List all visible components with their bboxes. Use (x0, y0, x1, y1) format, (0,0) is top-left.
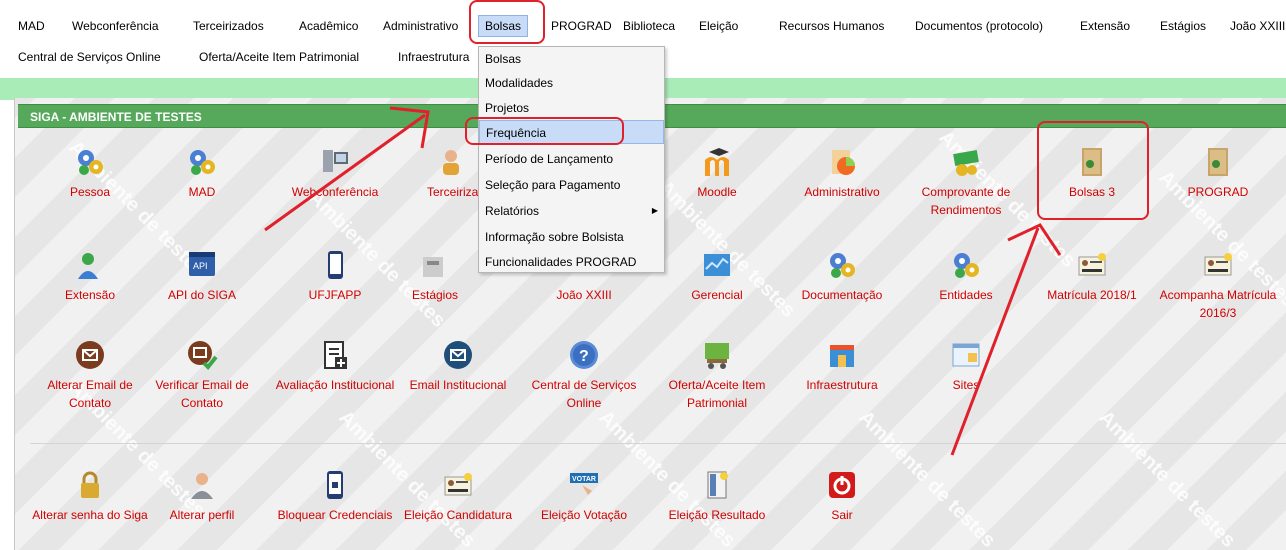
arrow-to-bolsas-menu (264, 113, 426, 232)
annotation-arrows (264, 106, 1062, 456)
arrow-to-bolsas-3 (950, 227, 1040, 456)
